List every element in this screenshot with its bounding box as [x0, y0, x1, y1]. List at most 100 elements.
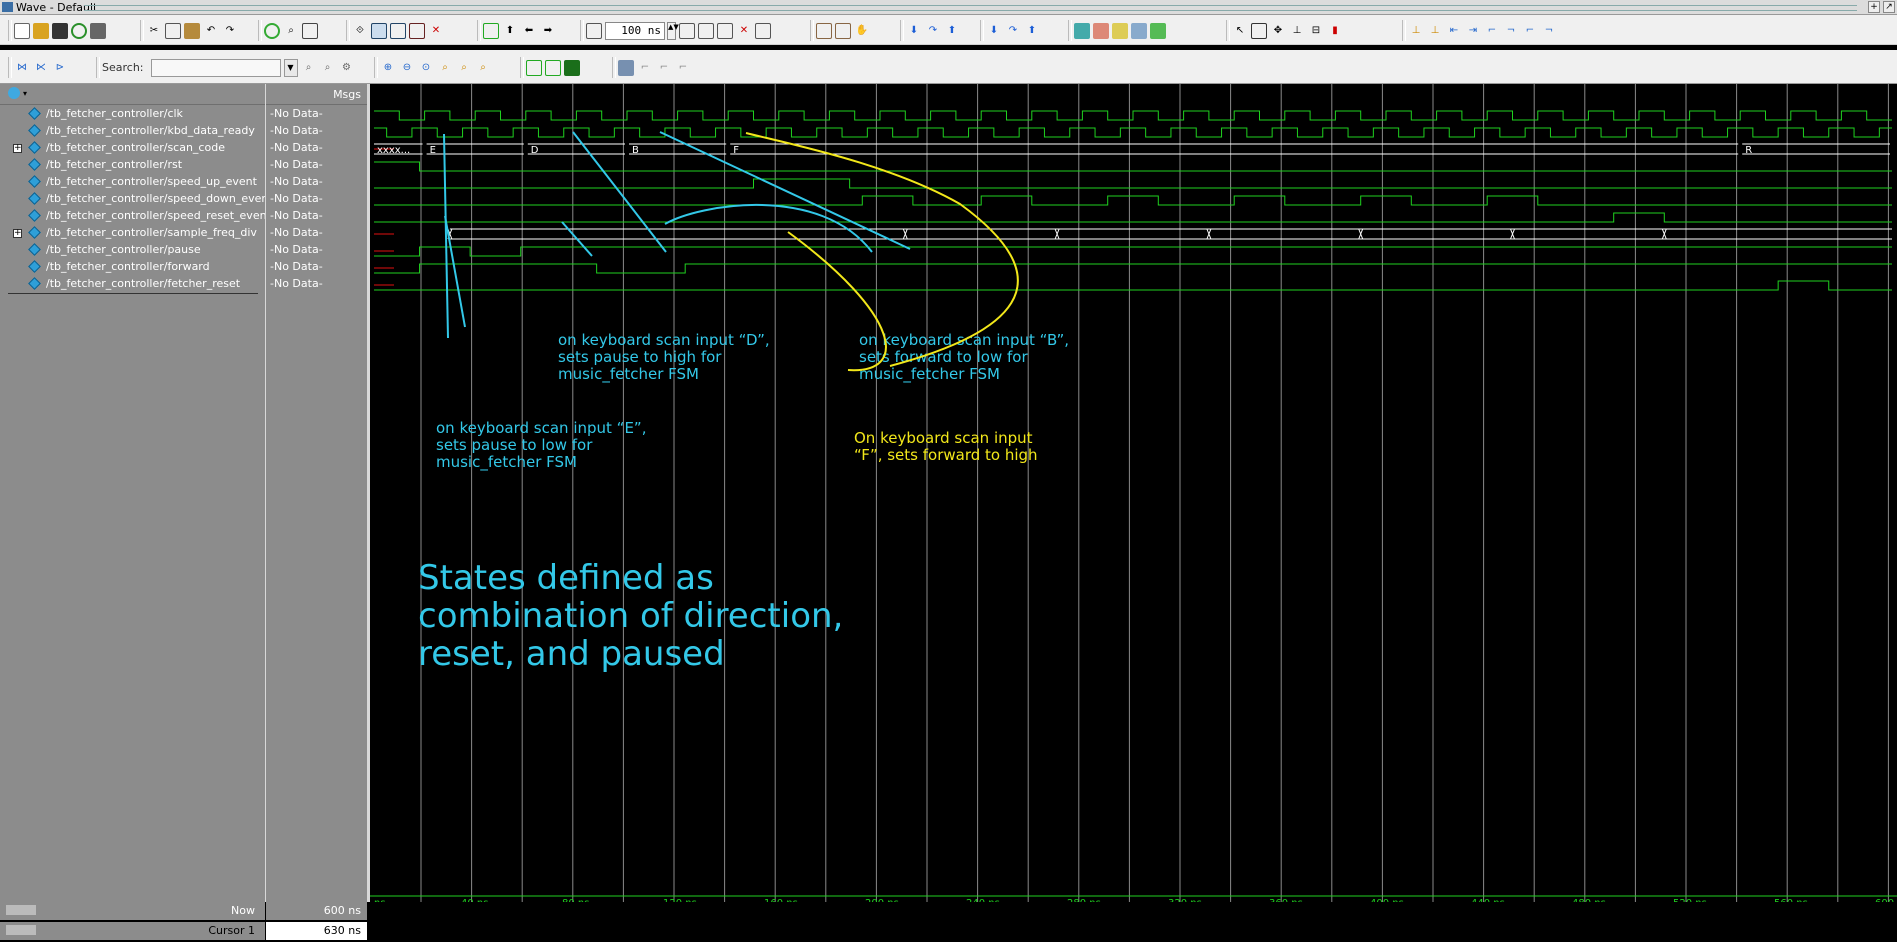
arrow-right-icon[interactable]: ➡ [540, 23, 556, 39]
cursor-value-cell[interactable]: 630 ns [266, 922, 367, 940]
step-over-icon[interactable] [835, 22, 851, 39]
layout-edit-icon[interactable] [1112, 22, 1128, 39]
select-pointer-icon[interactable]: ↖ [1232, 23, 1248, 39]
step-over-arc-icon[interactable]: ↷ [925, 23, 941, 39]
signal-row[interactable]: /tb_fetcher_controller/speed_reset_event [0, 208, 271, 225]
open-folder-icon[interactable] [33, 22, 49, 39]
expand-icon[interactable]: + [13, 229, 22, 238]
run-icon[interactable] [679, 22, 695, 39]
value-row[interactable]: -No Data- [266, 157, 367, 174]
signal-row[interactable]: /tb_fetcher_controller/kbd_data_ready [0, 123, 265, 140]
next-edge-icon[interactable]: ⇥ [1465, 23, 1481, 39]
compile-all-icon[interactable] [371, 22, 387, 39]
break-icon[interactable] [409, 22, 425, 39]
properties-icon[interactable] [302, 22, 318, 39]
format-icon[interactable] [618, 59, 634, 76]
signal-row[interactable]: /tb_fetcher_controller/clk [0, 106, 265, 123]
step-into-icon[interactable]: ⬇ [906, 23, 922, 39]
find-icon[interactable] [264, 22, 280, 39]
cut-icon[interactable]: ✂ [146, 23, 162, 39]
redo-icon[interactable]: ↷ [222, 23, 238, 39]
signal-palette-icon[interactable] [8, 87, 20, 99]
stop-wave-icon[interactable]: ▮ [1327, 23, 1343, 39]
step-out-dropdown-icon[interactable]: ⬆ [1024, 23, 1040, 39]
value-row[interactable]: -No Data- [266, 259, 367, 276]
layout-icon[interactable] [1074, 22, 1090, 39]
run-length-icon[interactable] [586, 22, 602, 39]
prev-transition-icon[interactable]: ⌐ [1484, 23, 1500, 39]
zoom-last-icon[interactable]: ⌕ [456, 60, 472, 76]
save-icon[interactable] [52, 22, 68, 39]
search-dropdown[interactable]: ▼ [283, 58, 298, 77]
signal-row[interactable]: + /tb_fetcher_controller/scan_code [0, 140, 265, 157]
layout-save-icon[interactable] [1150, 22, 1166, 39]
search-next-icon[interactable]: ⌕ [320, 60, 336, 76]
wave-cursor-icon[interactable] [526, 59, 542, 76]
break-run-icon[interactable]: ✕ [736, 23, 752, 39]
prev-edge-icon[interactable]: ⇤ [1446, 23, 1462, 39]
reload-icon[interactable] [71, 22, 87, 39]
waveform-canvas[interactable]: xxxx...EDBFRns40 ns80 ns120 ns160 ns200 … [370, 84, 1897, 942]
cursor-remove-icon[interactable]: ⊥ [1427, 23, 1443, 39]
step-icon[interactable] [816, 22, 832, 39]
undock-icon[interactable]: ↗ [1883, 1, 1895, 13]
signal-row[interactable]: + /tb_fetcher_controller/sample_freq_div [0, 225, 265, 242]
collapse-all-icon[interactable]: ⋉ [33, 60, 49, 76]
signal-row[interactable]: /tb_fetcher_controller/speed_up_event [0, 174, 265, 191]
value-row[interactable]: -No Data- [266, 140, 367, 157]
cursor-add-icon[interactable]: ⊥ [1408, 23, 1424, 39]
arrow-up-icon[interactable]: ⬆ [502, 23, 518, 39]
zoom-full-icon[interactable]: ⊙ [418, 60, 434, 76]
step-over-dropdown-icon[interactable]: ↷ [1005, 23, 1021, 39]
pan-icon[interactable]: ✥ [1270, 23, 1286, 39]
format-step-icon[interactable]: ⌐ [637, 60, 653, 76]
print-icon[interactable] [90, 22, 106, 39]
rising-edge-icon[interactable]: ¬ [1541, 23, 1557, 39]
signal-row[interactable]: /tb_fetcher_controller/speed_down_event [0, 191, 273, 208]
signal-row[interactable]: /tb_fetcher_controller/forward [0, 259, 265, 276]
copy-icon[interactable] [165, 22, 181, 39]
falling-edge-icon[interactable]: ⌐ [1522, 23, 1538, 39]
zoom-mode-icon[interactable] [1251, 22, 1267, 39]
search-options-icon[interactable]: ⚙ [339, 60, 355, 76]
zoom-in-icon[interactable]: ⊕ [380, 60, 396, 76]
value-row[interactable]: -No Data- [266, 225, 367, 242]
wave-fill-icon[interactable] [564, 59, 580, 76]
zoom-out-icon[interactable]: ⊖ [399, 60, 415, 76]
zoom-range-icon[interactable]: ⌕ [475, 60, 491, 76]
signal-row[interactable]: /tb_fetcher_controller/fetcher_reset [0, 276, 265, 293]
binoculars-icon[interactable]: ⌕ [283, 23, 299, 39]
group-icon[interactable]: ⊳ [52, 60, 68, 76]
signal-row[interactable]: /tb_fetcher_controller/rst [0, 157, 265, 174]
signal-row[interactable]: /tb_fetcher_controller/pause [0, 242, 265, 259]
new-file-icon[interactable] [14, 22, 30, 39]
layout-window-icon[interactable] [1131, 22, 1147, 39]
format-analog-icon[interactable]: ⌐ [675, 60, 691, 76]
stop-icon[interactable]: ✕ [428, 23, 444, 39]
insert-cursor-icon[interactable] [483, 22, 499, 39]
run-all-icon[interactable] [717, 22, 733, 39]
run-length-input[interactable]: 100 ns [605, 21, 665, 40]
format-edge-icon[interactable]: ⌐ [656, 60, 672, 76]
waveform-pane[interactable]: xxxx...EDBFRns40 ns80 ns120 ns160 ns200 … [370, 84, 1897, 909]
restart-icon[interactable] [755, 22, 771, 39]
run-length-spinner[interactable]: ▲▼ [667, 21, 679, 40]
dock-icon[interactable]: + [1868, 1, 1880, 13]
arrow-left-icon[interactable]: ⬅ [521, 23, 537, 39]
undo-icon[interactable]: ↶ [203, 23, 219, 39]
layout-alt-icon[interactable] [1093, 22, 1109, 39]
step-out-icon[interactable]: ⬆ [944, 23, 960, 39]
value-row[interactable]: -No Data- [266, 242, 367, 259]
simulate-icon[interactable] [390, 22, 406, 39]
search-input[interactable] [150, 58, 281, 77]
expand-icon[interactable]: + [13, 144, 22, 153]
cursor-icons[interactable] [6, 925, 36, 935]
search-prev-icon[interactable]: ⌕ [301, 60, 317, 76]
value-row[interactable]: -No Data- [266, 191, 367, 208]
zoom-cursor-icon[interactable]: ⌕ [437, 60, 453, 76]
step-into-dropdown-icon[interactable]: ⬇ [986, 23, 1002, 39]
value-row[interactable]: -No Data- [266, 174, 367, 191]
value-row[interactable]: -No Data- [266, 106, 367, 123]
paste-icon[interactable] [184, 22, 200, 39]
edge-icon[interactable]: ⊥ [1289, 23, 1305, 39]
